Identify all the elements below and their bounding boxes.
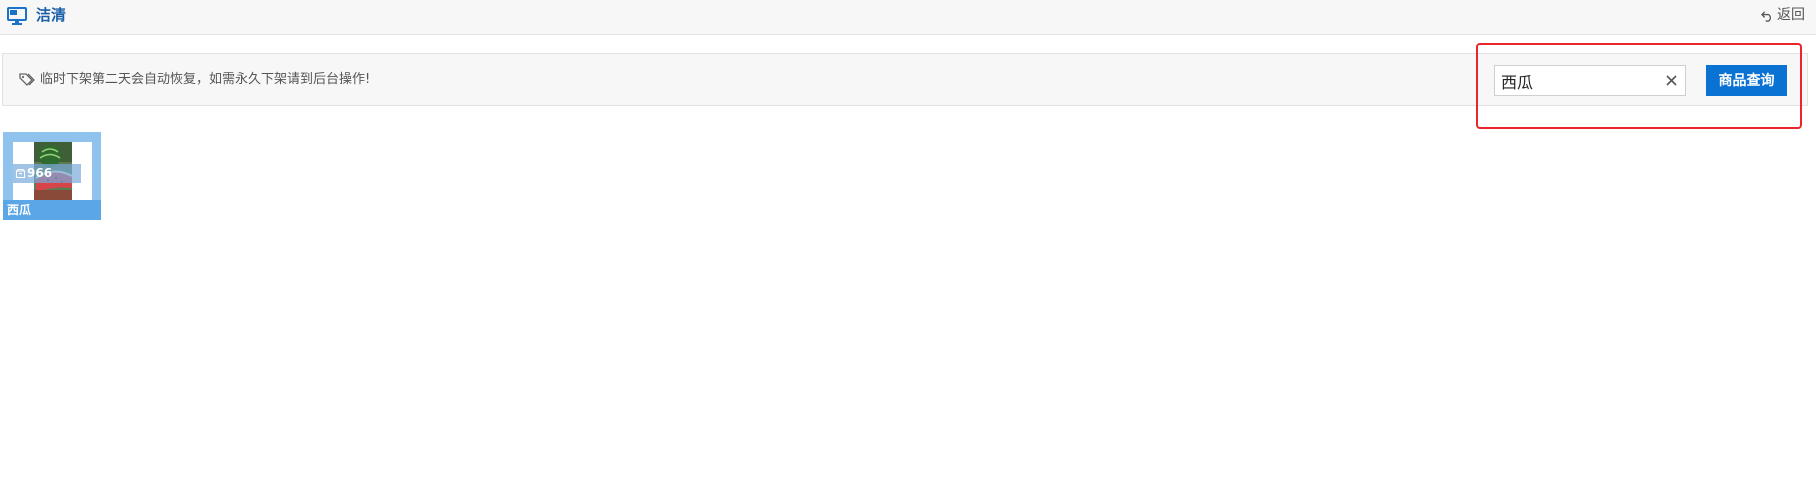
back-label: 返回	[1777, 7, 1805, 23]
product-name: 西瓜	[7, 203, 32, 217]
product-image-frame: 966	[13, 142, 92, 200]
product-query-button[interactable]: 商品查询	[1706, 65, 1787, 96]
box-icon	[16, 169, 25, 178]
search-field[interactable]	[1494, 65, 1686, 96]
product-card[interactable]: 966 西瓜	[3, 132, 101, 220]
notice-text: 临时下架第二天会自动恢复，如需永久下架请到后台操作!	[40, 72, 371, 87]
close-icon[interactable]	[1664, 73, 1679, 88]
stock-count: 966	[27, 166, 53, 180]
page-title: 洁清	[36, 6, 67, 24]
product-name-bar: 西瓜	[3, 200, 101, 220]
stock-overlay: 966	[13, 164, 81, 183]
title-bar: 洁清 返回	[0, 0, 1816, 35]
undo-arrow-icon	[1761, 10, 1771, 22]
tag-icon	[19, 73, 35, 86]
monitor-icon	[7, 7, 27, 25]
search-input[interactable]	[1501, 70, 1661, 92]
back-button[interactable]: 返回	[1761, 6, 1805, 24]
